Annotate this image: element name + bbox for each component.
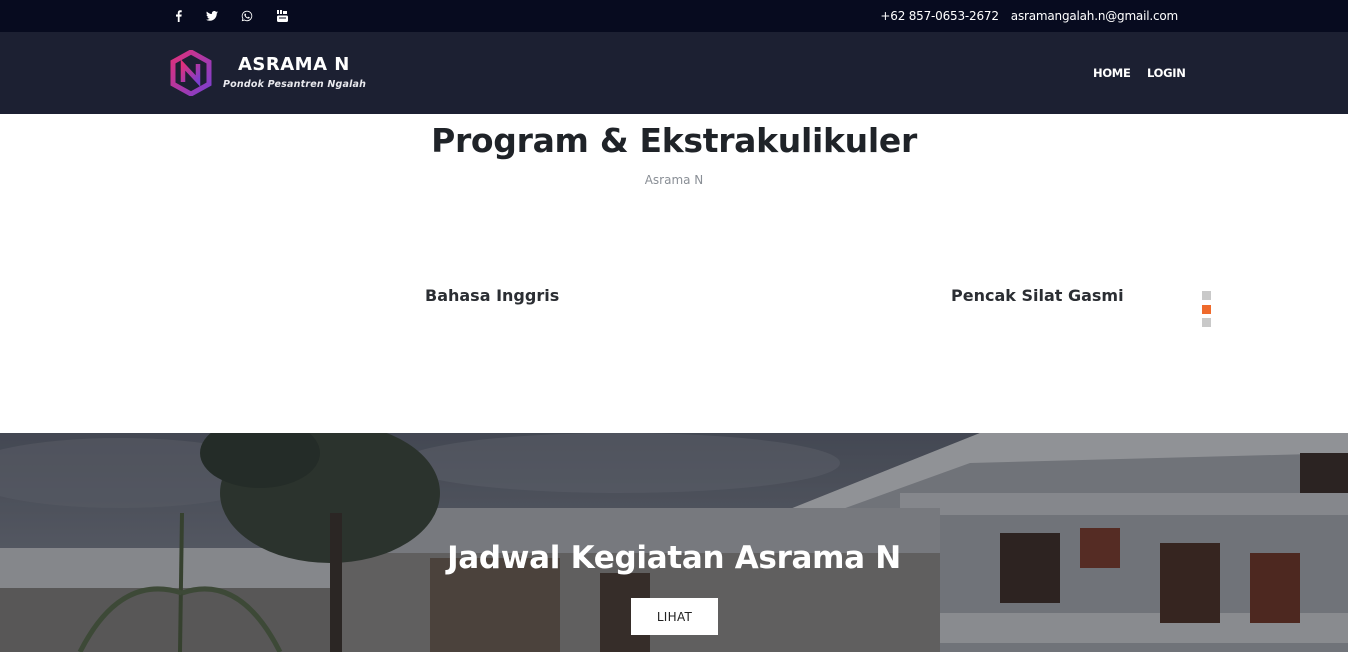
logo-subtitle: Pondok Pesantren Ngalah bbox=[223, 79, 367, 90]
lihat-button[interactable]: LIHAT bbox=[631, 598, 718, 635]
youtube-icon[interactable] bbox=[272, 0, 292, 32]
whatsapp-icon[interactable] bbox=[237, 0, 257, 32]
hero-title: Jadwal Kegiatan Asrama N bbox=[447, 540, 901, 576]
slider-dot-1[interactable] bbox=[1202, 291, 1211, 300]
facebook-icon[interactable] bbox=[168, 0, 188, 32]
hero-banner: Jadwal Kegiatan Asrama N LIHAT bbox=[0, 433, 1348, 652]
slider-dot-2-active[interactable] bbox=[1202, 305, 1211, 314]
twitter-icon[interactable] bbox=[202, 0, 222, 32]
phone-number[interactable]: +62 857-0653-2672 bbox=[880, 9, 999, 23]
main-header: ASRAMA N Pondok Pesantren Ngalah HOME LO… bbox=[0, 32, 1348, 114]
nav-login[interactable]: LOGIN bbox=[1147, 32, 1186, 114]
program-item-bahasa-inggris[interactable]: Bahasa Inggris bbox=[425, 286, 559, 305]
section-title: Program & Ekstrakulikuler bbox=[431, 121, 917, 160]
top-bar: +62 857-0653-2672 asramangalah.n@gmail.c… bbox=[0, 0, 1348, 32]
logo-icon[interactable] bbox=[170, 49, 212, 97]
email-address[interactable]: asramangalah.n@gmail.com bbox=[1011, 9, 1178, 23]
slider-dot-3[interactable] bbox=[1202, 318, 1211, 327]
contact-info: +62 857-0653-2672 asramangalah.n@gmail.c… bbox=[880, 0, 1178, 32]
section-subtitle: Asrama N bbox=[644, 173, 704, 187]
nav-home[interactable]: HOME bbox=[1093, 32, 1131, 114]
program-item-pencak-silat[interactable]: Pencak Silat Gasmi bbox=[951, 286, 1124, 305]
logo-title[interactable]: ASRAMA N bbox=[238, 54, 350, 75]
